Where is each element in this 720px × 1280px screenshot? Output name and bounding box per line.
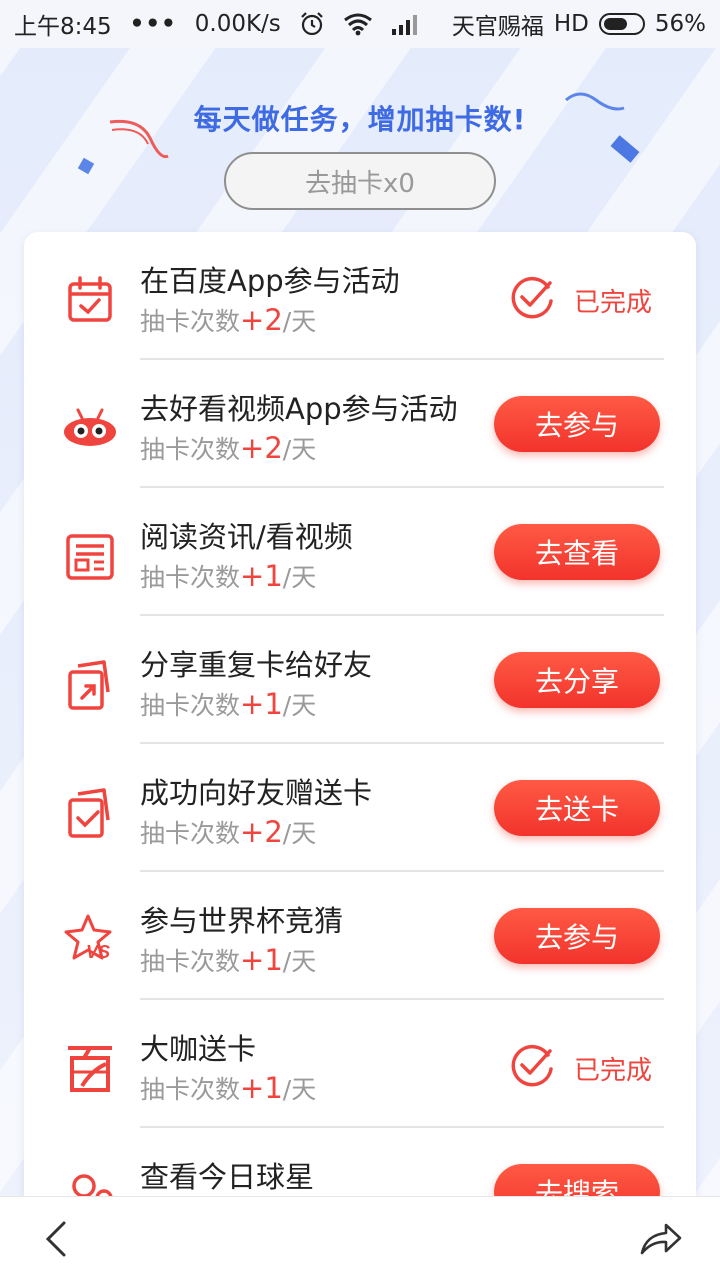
reward-suffix: /天 — [282, 1075, 317, 1104]
check-circle-icon — [508, 1041, 556, 1096]
svg-text:VS: VS — [86, 942, 110, 962]
task-reward: 抽卡次数+1/天 — [140, 558, 316, 594]
task-row: 阅读资讯/看视频 抽卡次数+1/天 去查看 — [24, 488, 696, 616]
reward-suffix: /天 — [282, 435, 317, 464]
task-action-button[interactable]: 去送卡 — [494, 780, 660, 836]
task-row: 去好看视频App参与活动 抽卡次数+2/天 去参与 — [24, 360, 696, 488]
check-circle-icon — [508, 273, 556, 328]
task-title: 去好看视频App参与活动 — [140, 392, 458, 426]
share-arrow-icon[interactable] — [636, 1219, 684, 1259]
page-subtitle: 每天做任务，增加抽卡数! — [193, 103, 527, 136]
task-list-card: 在百度App参与活动 抽卡次数+2/天 已完成 去好看视频App参与活动 抽卡次数+2/… — [24, 232, 696, 1232]
task-title: 查看今日球星 — [140, 1160, 315, 1194]
task-row: 大咖送卡抽卡次数+1/天 已完成 — [24, 1000, 696, 1128]
task-title: 大咖送卡 — [140, 1032, 257, 1066]
status-time: 上午8:45 — [14, 14, 112, 40]
completed-label: 已完成 — [574, 1055, 653, 1086]
reward-suffix: /天 — [282, 947, 317, 976]
completed-status: 已完成 — [508, 276, 652, 324]
task-row: 在百度App参与活动 抽卡次数+2/天 已完成 — [24, 232, 696, 360]
task-reward: 抽卡次数+2/天 — [140, 814, 316, 850]
gift-card-icon — [62, 784, 118, 840]
reward-count: +1 — [240, 559, 283, 593]
task-title: 成功向好友赠送卡 — [140, 776, 373, 810]
task-reward: 抽卡次数+1/天 — [140, 1070, 316, 1106]
reward-prefix: 抽卡次数 — [140, 691, 241, 720]
signal-icon — [391, 15, 417, 35]
reward-prefix: 抽卡次数 — [140, 1075, 241, 1104]
task-action-button[interactable]: 去参与 — [494, 908, 660, 964]
task-action-button[interactable]: 去参与 — [494, 396, 660, 452]
task-action-button[interactable]: 去查看 — [494, 524, 660, 580]
baijiahao-icon — [62, 1040, 118, 1096]
reward-prefix: 抽卡次数 — [140, 563, 241, 592]
vs-star-icon: VS — [62, 912, 118, 968]
back-arrow-icon[interactable] — [38, 1219, 74, 1259]
reward-suffix: /天 — [282, 307, 317, 336]
reward-prefix: 抽卡次数 — [140, 819, 241, 848]
completed-status: 已完成 — [508, 1044, 652, 1092]
reward-count: +2 — [240, 431, 283, 465]
reward-count: +1 — [240, 687, 283, 721]
battery-percent: 56% — [654, 11, 706, 37]
reward-suffix: /天 — [282, 819, 317, 848]
wifi-icon — [343, 13, 372, 36]
draw-card-button[interactable]: 去抽卡x0 — [224, 152, 496, 210]
reward-prefix: 抽卡次数 — [140, 307, 241, 336]
reward-count: +1 — [240, 943, 283, 977]
reward-prefix: 抽卡次数 — [140, 435, 241, 464]
completed-label: 已完成 — [574, 287, 653, 318]
reward-count: +2 — [240, 815, 283, 849]
hd-indicator: HD — [553, 11, 589, 37]
task-title: 参与世界杯竞猜 — [140, 904, 344, 938]
share-card-icon — [62, 656, 118, 712]
task-title: 阅读资讯/看视频 — [140, 520, 353, 554]
reward-count: +2 — [240, 303, 283, 337]
task-title: 分享重复卡给好友 — [140, 648, 373, 682]
task-row: 成功向好友赠送卡 抽卡次数+2/天 去送卡 — [24, 744, 696, 872]
bottom-nav-bar — [0, 1196, 720, 1280]
reward-count: +1 — [240, 1071, 283, 1105]
reward-prefix: 抽卡次数 — [140, 947, 241, 976]
reward-suffix: /天 — [282, 691, 317, 720]
alarm-icon — [301, 12, 323, 36]
carrier-name: 天官赐福 — [451, 14, 544, 40]
battery-icon — [598, 13, 645, 35]
haokan-eyes-icon — [62, 400, 118, 456]
reward-suffix: /天 — [282, 563, 317, 592]
task-title: 在百度App参与活动 — [140, 264, 400, 298]
task-row: VS 参与世界杯竞猜 抽卡次数+1/天 去参与 — [24, 872, 696, 1000]
task-reward: 抽卡次数+2/天 — [140, 302, 316, 338]
news-icon — [62, 528, 118, 584]
task-reward: 抽卡次数+2/天 — [140, 430, 316, 466]
network-speed: 0.00K/s — [194, 11, 281, 37]
status-dots: ••• — [129, 11, 177, 37]
calendar-icon — [62, 272, 118, 328]
task-row: 分享重复卡给好友 抽卡次数+1/天 去分享 — [24, 616, 696, 744]
status-bar: 上午8:45 ••• 0.00K/s 天官赐福 HD 56% — [0, 0, 720, 48]
task-reward: 抽卡次数+1/天 — [140, 942, 316, 978]
task-reward: 抽卡次数+1/天 — [140, 686, 316, 722]
task-action-button[interactable]: 去分享 — [494, 652, 660, 708]
